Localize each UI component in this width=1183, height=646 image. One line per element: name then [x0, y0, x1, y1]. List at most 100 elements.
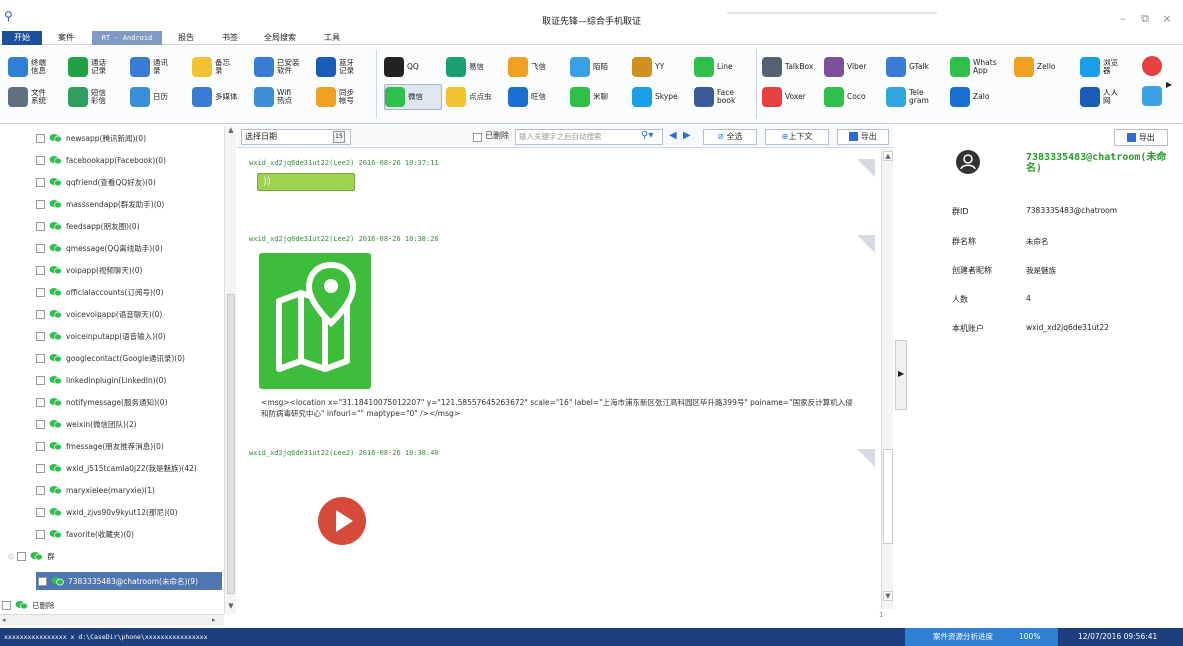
search-icon[interactable]: ⚲▾ — [641, 130, 653, 141]
context-button[interactable]: ⊕上下文 — [765, 129, 829, 145]
voice-message-bubble[interactable]: )) — [257, 173, 355, 191]
ribbon-button-renren[interactable]: 人人 网 — [1080, 84, 1140, 110]
location-map-tile[interactable] — [259, 253, 371, 389]
tree-checkbox[interactable] — [2, 600, 11, 610]
tree-item[interactable]: feedsapp(朋友圈)(0) — [36, 218, 140, 234]
message-corner-icon[interactable] — [857, 449, 875, 467]
ribbon-button-telegram[interactable]: Tele gram — [886, 84, 946, 110]
ribbon-button-whatsapp[interactable]: Whats App — [950, 54, 1010, 80]
message-corner-icon[interactable] — [857, 235, 875, 253]
tree-item[interactable]: qmessage(QQ离线助手)(0) — [36, 240, 163, 256]
restore-icon[interactable]: ⧉ — [1139, 13, 1151, 25]
tree-item-selected[interactable]: 7383335483@chatroom(未命名)(9) — [36, 572, 222, 590]
tree-scroll-thumb[interactable] — [227, 294, 235, 594]
tree-item[interactable]: wxid_j515tcamia0j22(我是魅族)(42) — [36, 460, 197, 476]
ribbon-button-coco[interactable]: Coco — [824, 84, 884, 110]
menu-rt-android[interactable]: RT - Android — [92, 31, 162, 45]
ribbon-button-zalo[interactable]: Zalo — [950, 84, 1010, 110]
weibo-icon[interactable] — [1142, 56, 1162, 76]
chat-scrollbar[interactable]: ▲ ▼ — [881, 149, 893, 609]
tree-item[interactable]: favorite(收藏夹)(0) — [36, 526, 134, 542]
tree-item[interactable]: weixin(微信团队)(2) — [36, 416, 137, 432]
ribbon-button-browser[interactable]: 浏览 器 — [1080, 54, 1140, 80]
ribbon-button-sync[interactable]: 同步 帐号 — [316, 84, 374, 110]
ribbon-button-wechat[interactable]: 微信 — [384, 84, 442, 110]
scroll-down-icon[interactable]: ▼ — [883, 591, 893, 601]
tree-scrollbar[interactable]: ▲ ▼ — [224, 126, 236, 614]
ribbon-button-contacts[interactable]: 通讯 录 — [130, 54, 188, 80]
tree-checkbox[interactable] — [36, 353, 45, 363]
tree-group-qun[interactable]: ⊙ 群 — [8, 548, 55, 564]
ribbon-button-facebook[interactable]: Face book — [694, 84, 752, 110]
menu-global-search[interactable]: 全局搜索 — [258, 31, 302, 45]
chat-scroll-thumb[interactable] — [883, 449, 893, 544]
tree-checkbox[interactable] — [36, 287, 45, 297]
ribbon-button-qq[interactable]: QQ — [384, 54, 442, 80]
tree-item[interactable]: fmessage(朋友推荐消息)(0) — [36, 438, 164, 454]
ribbon-button-memo[interactable]: 备忘 录 — [192, 54, 250, 80]
tree-checkbox[interactable] — [36, 375, 45, 385]
deleted-checkbox[interactable] — [473, 133, 482, 142]
tree-checkbox[interactable] — [36, 243, 45, 253]
scroll-down-icon[interactable]: ▼ — [226, 602, 236, 612]
tree-checkbox[interactable] — [36, 485, 45, 495]
export-button[interactable]: 导出 — [837, 129, 889, 145]
tree-checkbox[interactable] — [36, 331, 45, 341]
prev-arrow-icon[interactable]: ◀ — [669, 130, 677, 141]
panel-splitter[interactable]: ▶ — [895, 340, 907, 410]
tree-checkbox[interactable] — [36, 309, 45, 319]
collapse-icon[interactable]: ⊙ — [8, 552, 14, 561]
ribbon-button-filesystem[interactable]: 文件 系统 — [8, 84, 66, 110]
select-all-button[interactable]: ⊘ 全选 — [703, 129, 757, 145]
ribbon-button-momo[interactable]: 陌陌 — [570, 54, 628, 80]
ribbon-button-sms[interactable]: 短信 彩信 — [68, 84, 126, 110]
scroll-up-icon[interactable]: ▲ — [226, 126, 236, 136]
tree-checkbox[interactable] — [36, 221, 45, 231]
ribbon-button-zello[interactable]: Zello — [1014, 54, 1074, 80]
ribbon-button-voxer[interactable]: Voxer — [762, 84, 822, 110]
menu-case[interactable]: 案件 — [52, 31, 80, 45]
tree-item[interactable]: voipapp(视频聊天)(0) — [36, 262, 142, 278]
tree-checkbox[interactable] — [36, 265, 45, 275]
tree-deleted[interactable]: 已删除 — [2, 597, 55, 613]
menu-report[interactable]: 报告 — [172, 31, 200, 45]
tree-checkbox[interactable] — [36, 463, 45, 473]
ribbon-button-gtalk[interactable]: GTalk — [886, 54, 946, 80]
ribbon-button-talkbox[interactable]: TalkBox — [762, 54, 822, 80]
ribbon-button-bluetooth[interactable]: 蓝牙 记录 — [316, 54, 374, 80]
tree-checkbox[interactable] — [36, 441, 45, 451]
minimize-icon[interactable]: – — [1117, 13, 1129, 25]
tree-checkbox[interactable] — [36, 177, 45, 187]
tree-item[interactable]: facebookapp(Facebook)(0) — [36, 152, 166, 168]
menu-tools[interactable]: 工具 — [318, 31, 346, 45]
tree-checkbox[interactable] — [38, 576, 47, 586]
ribbon-button-skype[interactable]: Skype — [632, 84, 690, 110]
tree-checkbox[interactable] — [36, 419, 45, 429]
tree-item[interactable]: linkedinplugin(LinkedIn)(0) — [36, 372, 166, 388]
ribbon-button-line[interactable]: Line — [694, 54, 752, 80]
next-arrow-icon[interactable]: ▶ — [683, 130, 691, 141]
tree-item[interactable]: officialaccounts(订阅号)(0) — [36, 284, 164, 300]
close-icon[interactable]: × — [1161, 13, 1173, 25]
ribbon-button-wangxin[interactable]: 旺信 — [508, 84, 566, 110]
calendar-icon[interactable]: 15 — [333, 131, 345, 143]
tree-checkbox[interactable] — [17, 551, 27, 561]
scroll-up-icon[interactable]: ▲ — [883, 151, 893, 161]
tree-checkbox[interactable] — [36, 397, 45, 407]
menu-start[interactable]: 开始 — [2, 31, 42, 45]
tree-checkbox[interactable] — [36, 133, 45, 143]
tree-item[interactable]: googlecontact(Google通讯录)(0) — [36, 350, 185, 366]
menu-bookmark[interactable]: 书签 — [216, 31, 244, 45]
tree-checkbox[interactable] — [36, 507, 45, 517]
video-play-button[interactable] — [318, 497, 366, 545]
scroll-left-icon[interactable]: ◂ — [2, 616, 6, 624]
ribbon-more-icon[interactable]: ▶ — [1166, 80, 1172, 89]
tree-checkbox[interactable] — [36, 199, 45, 209]
tree-item[interactable]: voiceinputapp(语音输入)(0) — [36, 328, 166, 344]
tree-checkbox[interactable] — [36, 155, 45, 165]
ribbon-button-fetion[interactable]: 飞信 — [508, 54, 566, 80]
expand-arrow-icon[interactable]: ▶ — [898, 369, 904, 378]
ribbon-button-yy[interactable]: YY — [632, 54, 690, 80]
message-corner-icon[interactable] — [857, 159, 875, 177]
tree-item[interactable]: notifymessage(服务通知)(0) — [36, 394, 168, 410]
